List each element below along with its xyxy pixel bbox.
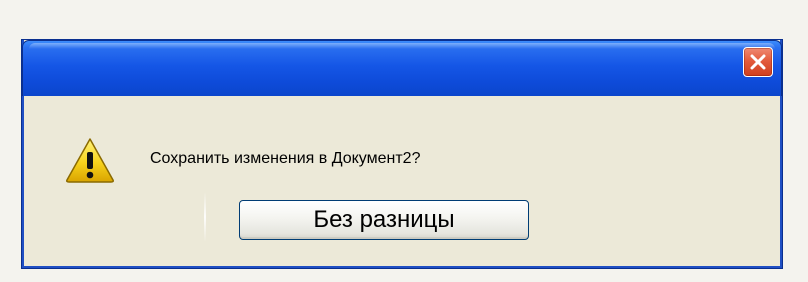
dialog-content: Сохранить изменения в Документ2? Без раз…	[24, 96, 780, 268]
dialog-window: Сохранить изменения в Документ2? Без раз…	[22, 40, 782, 268]
no-difference-button[interactable]: Без разницы	[239, 200, 529, 240]
warning-icon	[66, 138, 114, 183]
titlebar[interactable]	[22, 40, 782, 96]
focus-mark	[204, 192, 206, 242]
titlebar-highlight	[29, 43, 775, 49]
close-button[interactable]	[743, 47, 773, 77]
dialog-message: Сохранить изменения в Документ2?	[150, 150, 421, 167]
close-icon	[750, 54, 766, 70]
